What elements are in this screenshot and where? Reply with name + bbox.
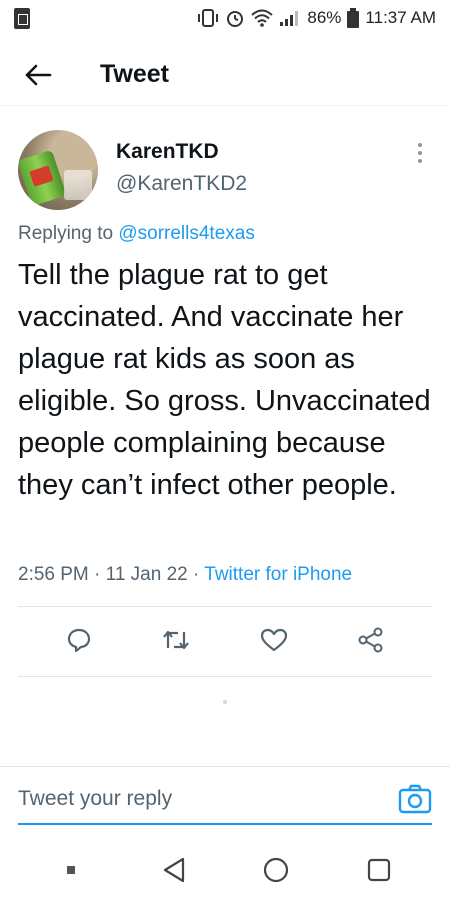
nav-recents-button[interactable] (359, 850, 399, 890)
nav-home-button[interactable] (256, 850, 296, 890)
retweet-icon (163, 630, 190, 650)
meta-separator: · (187, 564, 205, 585)
tweet-text: Tell the plague rat to get vaccinated. A… (18, 259, 431, 501)
status-bar: 86% 11:37 AM (0, 0, 450, 36)
square-dot-icon (67, 866, 76, 874)
author-row: KarenTKD @KarenTKD2 (0, 120, 450, 220)
reply-input-underline (18, 823, 432, 825)
retweet-button[interactable] (156, 620, 196, 660)
reply-button[interactable] (59, 620, 99, 660)
back-button[interactable] (8, 45, 68, 105)
replying-to: Replying to @sorrells4texas (18, 223, 255, 245)
arrow-left-icon (25, 64, 52, 85)
tweet-actions (0, 612, 450, 668)
share-icon (358, 627, 383, 653)
triangle-back-icon (163, 857, 184, 883)
tweet-source-link[interactable]: Twitter for iPhone (204, 564, 352, 585)
tweet: KarenTKD @KarenTKD2 Replying to @sorrell… (0, 120, 450, 585)
more-vertical-icon (418, 143, 422, 147)
square-recents-icon (367, 858, 390, 882)
alarm-icon (227, 11, 244, 27)
clock: 11:37 AM (365, 8, 436, 27)
replying-mention-link[interactable]: @sorrells4texas (118, 223, 255, 244)
reply-input[interactable] (18, 781, 378, 817)
divider (18, 606, 432, 607)
author-display-name[interactable]: KarenTKD (116, 140, 219, 164)
system-nav-bar (0, 840, 450, 900)
recent-apps-dot[interactable] (51, 850, 91, 890)
tweet-meta: 2:56 PM · 11 Jan 22 · Twitter for iPhone (18, 564, 352, 586)
like-button[interactable] (254, 620, 294, 660)
more-options-button[interactable] (408, 138, 432, 168)
author-handle[interactable]: @KarenTKD2 (116, 172, 247, 196)
camera-icon (398, 784, 432, 814)
avatar[interactable] (18, 130, 98, 210)
divider (18, 676, 432, 677)
camera-button[interactable] (398, 783, 432, 815)
status-left (14, 7, 30, 29)
meta-separator: · (88, 564, 106, 585)
replying-prefix: Replying to (18, 223, 119, 244)
page-title: Tweet (100, 60, 169, 88)
signal-icon (280, 11, 299, 26)
battery-percent: 86% (307, 8, 342, 27)
heart-icon (260, 628, 287, 652)
share-button[interactable] (351, 620, 391, 660)
status-right: 86% 11:37 AM (197, 8, 436, 28)
circle-home-icon (264, 857, 289, 883)
battery-icon (347, 8, 360, 28)
wifi-icon (251, 9, 274, 27)
nav-back-button[interactable] (154, 850, 194, 890)
reply-icon (67, 628, 90, 653)
tweet-time: 2:56 PM (18, 564, 89, 585)
app-header: Tweet (0, 44, 450, 106)
loading-dot (223, 700, 227, 704)
tweet-date: 11 Jan 22 (105, 564, 188, 585)
reply-bar (0, 766, 450, 830)
vibrate-icon (198, 9, 219, 27)
avatar-cup-graphic (64, 170, 92, 200)
sim-icon (14, 7, 30, 29)
avatar-can-graphic (18, 149, 67, 207)
